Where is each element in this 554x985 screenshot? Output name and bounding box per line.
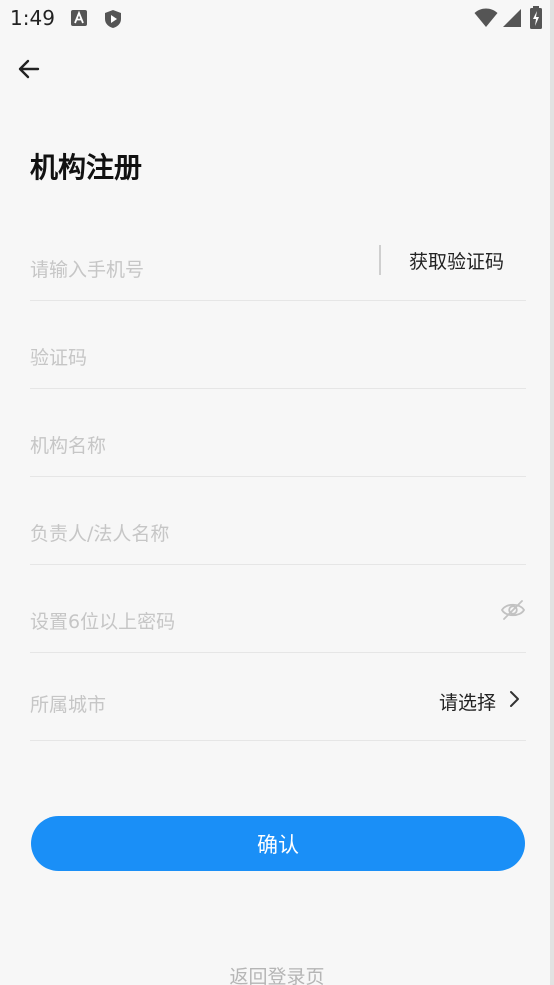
chevron-right-icon <box>508 690 520 712</box>
battery-charging-icon <box>529 6 543 34</box>
org-name-input[interactable] <box>30 416 360 476</box>
city-select[interactable]: 请选择 <box>439 683 520 719</box>
a-notification-icon <box>70 9 88 31</box>
password-input[interactable] <box>30 592 360 652</box>
verify-code-input[interactable] <box>30 328 360 388</box>
confirm-button[interactable]: 确认 <box>31 816 525 871</box>
verify-code-field-row <box>30 301 526 389</box>
city-field-row: 所属城市 请选择 <box>30 653 526 741</box>
phone-field-row: 获取验证码 <box>30 213 526 301</box>
back-button[interactable] <box>14 56 44 86</box>
get-code-button[interactable]: 获取验证码 <box>409 247 504 274</box>
phone-input[interactable] <box>30 240 360 300</box>
status-bar: 1:49 <box>0 0 554 38</box>
back-to-login-link[interactable]: 返回登录页 <box>0 962 554 985</box>
legal-person-input[interactable] <box>30 504 360 564</box>
city-label: 所属城市 <box>30 694 107 716</box>
divider <box>379 245 381 275</box>
shield-play-icon <box>104 9 122 33</box>
city-select-text: 请选择 <box>438 691 496 714</box>
org-name-field-row <box>30 389 526 477</box>
screen-edge <box>550 0 554 985</box>
cellular-signal-icon <box>502 8 522 32</box>
eye-off-icon[interactable] <box>500 597 526 623</box>
page-title: 机构注册 <box>30 151 143 184</box>
legal-person-field-row <box>30 477 526 565</box>
wifi-icon <box>474 8 498 32</box>
arrow-left-icon <box>16 56 42 86</box>
status-time: 1:49 <box>10 6 55 30</box>
password-field-row <box>30 565 526 653</box>
